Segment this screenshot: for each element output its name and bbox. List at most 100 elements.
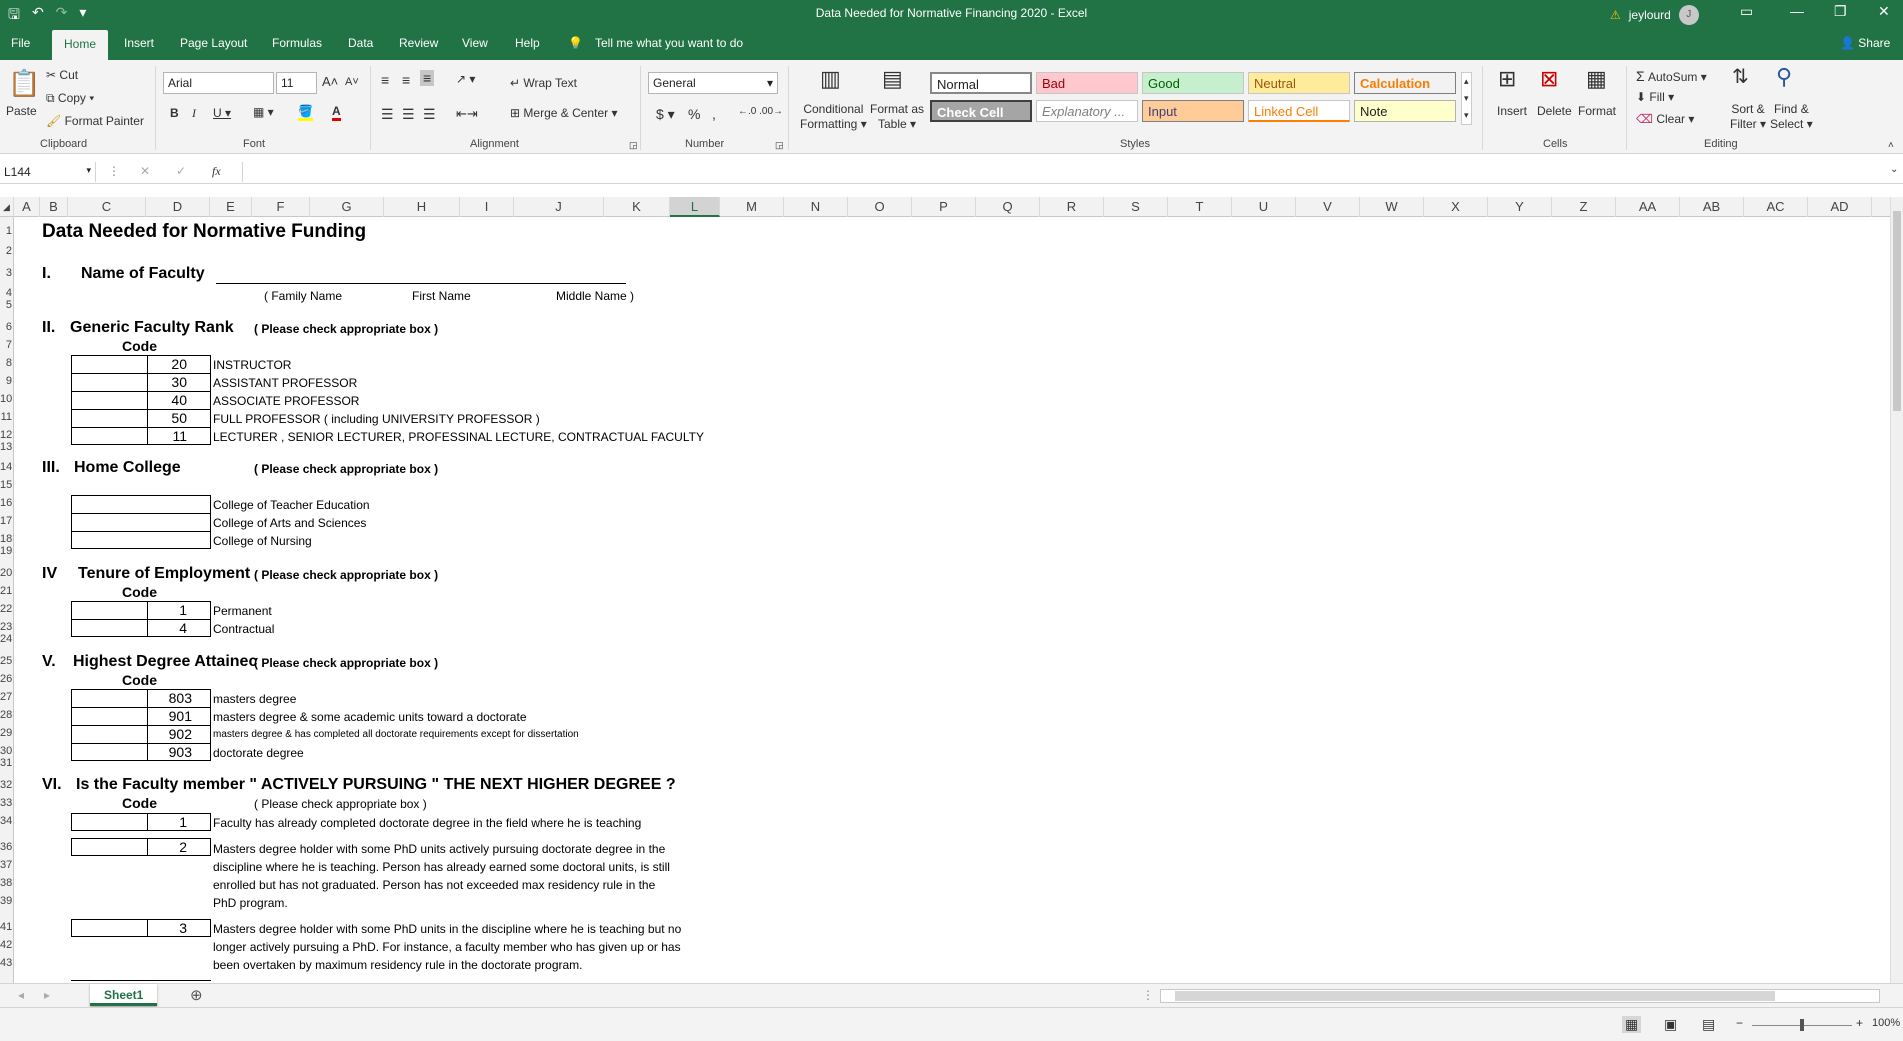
style-explanatory[interactable]: Explanatory ... bbox=[1036, 100, 1138, 122]
row-header[interactable]: 13 bbox=[0, 441, 13, 453]
format-painter-button[interactable]: 🖌 Format Painter bbox=[46, 114, 144, 128]
row-header[interactable]: 32 bbox=[0, 779, 13, 791]
zoom-in-icon[interactable]: + bbox=[1856, 1016, 1863, 1030]
col-header-M[interactable]: M bbox=[720, 197, 784, 217]
tab-page-layout[interactable]: Page Layout bbox=[180, 36, 247, 50]
conditional-formatting-icon[interactable]: ▥ bbox=[820, 66, 841, 92]
clear-button[interactable]: ⌫ Clear ▾ bbox=[1636, 112, 1694, 126]
tab-review[interactable]: Review bbox=[399, 36, 438, 50]
col-header-C[interactable]: C bbox=[68, 197, 146, 217]
row-header[interactable]: 9 bbox=[0, 375, 13, 387]
font-color-icon[interactable]: A bbox=[332, 104, 341, 121]
zoom-level[interactable]: 100% bbox=[1872, 1017, 1900, 1029]
col-header-A[interactable]: A bbox=[14, 197, 40, 217]
col-header-AA[interactable]: AA bbox=[1616, 197, 1680, 217]
fill-button[interactable]: ⬇ Fill ▾ bbox=[1636, 90, 1674, 104]
col-header-J[interactable]: J bbox=[514, 197, 604, 217]
delete-cells-button[interactable]: Delete bbox=[1537, 104, 1572, 118]
style-bad[interactable]: Bad bbox=[1036, 72, 1138, 94]
format-as-table-button[interactable]: Format as Table ▾ bbox=[870, 102, 924, 132]
col-header-AB[interactable]: AB bbox=[1680, 197, 1744, 217]
align-top-icon[interactable]: ≡ bbox=[381, 72, 389, 88]
row-header[interactable]: 10 bbox=[0, 393, 13, 405]
col-header-P[interactable]: P bbox=[912, 197, 976, 217]
align-bottom-icon[interactable]: ≡ bbox=[420, 70, 435, 86]
col-header-V[interactable]: V bbox=[1296, 197, 1360, 217]
comma-icon[interactable]: , bbox=[712, 106, 716, 122]
row-header[interactable]: 16 bbox=[0, 497, 13, 509]
col-header-Y[interactable]: Y bbox=[1488, 197, 1552, 217]
indent-icons[interactable]: ⇤⇥ bbox=[456, 106, 478, 122]
col-header-H[interactable]: H bbox=[384, 197, 460, 217]
format-cells-icon[interactable]: ▦ bbox=[1586, 66, 1607, 92]
name-box[interactable]: L144 ▾ bbox=[0, 162, 96, 182]
cancel-icon[interactable]: ✕ bbox=[140, 164, 150, 178]
alignment-launcher-icon[interactable]: ◲ bbox=[629, 140, 638, 151]
col-header-S[interactable]: S bbox=[1104, 197, 1168, 217]
row-header[interactable]: 2 bbox=[0, 245, 13, 257]
tab-help[interactable]: Help bbox=[515, 36, 540, 50]
row-header[interactable]: 27 bbox=[0, 691, 13, 703]
col-header-AC[interactable]: AC bbox=[1744, 197, 1808, 217]
account[interactable]: ⚠ jeylourd J bbox=[1610, 5, 1699, 25]
align-right-icon[interactable]: ☰ bbox=[423, 106, 436, 123]
row-header[interactable]: 12 bbox=[0, 429, 13, 441]
decimal-icons[interactable]: ←.0 .00→ bbox=[738, 106, 783, 117]
styles-scroll-icon[interactable]: ▴ ▾ ▾ bbox=[1461, 72, 1472, 125]
row-header[interactable]: 42 bbox=[0, 939, 13, 951]
row-header[interactable]: 8 bbox=[0, 357, 13, 369]
grow-font-icon[interactable]: A˄ bbox=[322, 74, 338, 89]
row-header[interactable]: 22 bbox=[0, 603, 13, 615]
row-header[interactable]: 19 bbox=[0, 545, 13, 557]
share-button[interactable]: 👤 Share bbox=[1840, 36, 1890, 50]
tab-data[interactable]: Data bbox=[348, 36, 373, 50]
row-header[interactable]: 18 bbox=[0, 533, 13, 545]
col-header-AD[interactable]: AD bbox=[1808, 197, 1872, 217]
insert-function-icon[interactable]: fx bbox=[212, 164, 221, 179]
col-header-X[interactable]: X bbox=[1424, 197, 1488, 217]
row-header[interactable]: 23 bbox=[0, 621, 13, 633]
expand-formula-icon[interactable]: ⌄ bbox=[1890, 164, 1898, 175]
row-header[interactable]: 21 bbox=[0, 585, 13, 597]
borders-icon[interactable]: ▦ ▾ bbox=[253, 105, 274, 119]
row-header[interactable]: 30 bbox=[0, 745, 13, 757]
row-header[interactable]: 41 bbox=[0, 921, 13, 933]
ribbon-display-icon[interactable]: ▭ bbox=[1740, 3, 1753, 20]
percent-icon[interactable]: % bbox=[688, 106, 700, 122]
vertical-scroll-thumb[interactable] bbox=[1893, 211, 1901, 411]
normal-view-icon[interactable]: ▦ bbox=[1622, 1016, 1642, 1033]
tab-formulas[interactable]: Formulas bbox=[272, 36, 322, 50]
find-select-icon[interactable]: ⚲ bbox=[1776, 64, 1792, 90]
row-header[interactable]: 5 bbox=[0, 299, 13, 311]
tab-file[interactable]: File bbox=[11, 36, 30, 50]
number-launcher-icon[interactable]: ◲ bbox=[775, 140, 784, 151]
style-note[interactable]: Note bbox=[1354, 100, 1456, 122]
insert-cells-icon[interactable]: ⊞ bbox=[1498, 66, 1516, 92]
sort-filter-button[interactable]: Sort & Filter ▾ bbox=[1730, 102, 1766, 132]
row-header[interactable]: 25 bbox=[0, 655, 13, 667]
row-header[interactable]: 14 bbox=[0, 461, 13, 473]
row-header[interactable]: 6 bbox=[0, 321, 13, 333]
row-header[interactable]: 33 bbox=[0, 797, 13, 809]
col-header-G[interactable]: G bbox=[310, 197, 384, 217]
row-header[interactable]: 7 bbox=[0, 339, 13, 351]
row-header[interactable]: 28 bbox=[0, 709, 13, 721]
style-linked-cell[interactable]: Linked Cell bbox=[1248, 100, 1350, 122]
underline-button[interactable]: U ▾ bbox=[213, 106, 231, 120]
row-header[interactable]: 36 bbox=[0, 841, 13, 853]
font-name-combo[interactable]: Arial bbox=[163, 72, 274, 94]
merge-center-button[interactable]: ⊞ Merge & Center ▾ bbox=[510, 106, 617, 120]
tab-insert[interactable]: Insert bbox=[124, 36, 154, 50]
tab-view[interactable]: View bbox=[462, 36, 488, 50]
fill-color-icon[interactable]: 🪣 bbox=[298, 104, 313, 121]
row-header[interactable]: 43 bbox=[0, 957, 13, 969]
row-header[interactable]: 15 bbox=[0, 479, 13, 491]
style-input[interactable]: Input bbox=[1142, 100, 1244, 122]
col-header-U[interactable]: U bbox=[1232, 197, 1296, 217]
worksheet-grid[interactable]: ◢ A B C D E F G H I J K L M N O P Q R S … bbox=[0, 197, 1903, 983]
row-header[interactable]: 24 bbox=[0, 633, 13, 645]
conditional-formatting-button[interactable]: Conditional Formatting ▾ bbox=[800, 102, 867, 132]
row-header[interactable]: 26 bbox=[0, 673, 13, 685]
minimize-icon[interactable]: — bbox=[1790, 3, 1804, 19]
col-header-Z[interactable]: Z bbox=[1552, 197, 1616, 217]
